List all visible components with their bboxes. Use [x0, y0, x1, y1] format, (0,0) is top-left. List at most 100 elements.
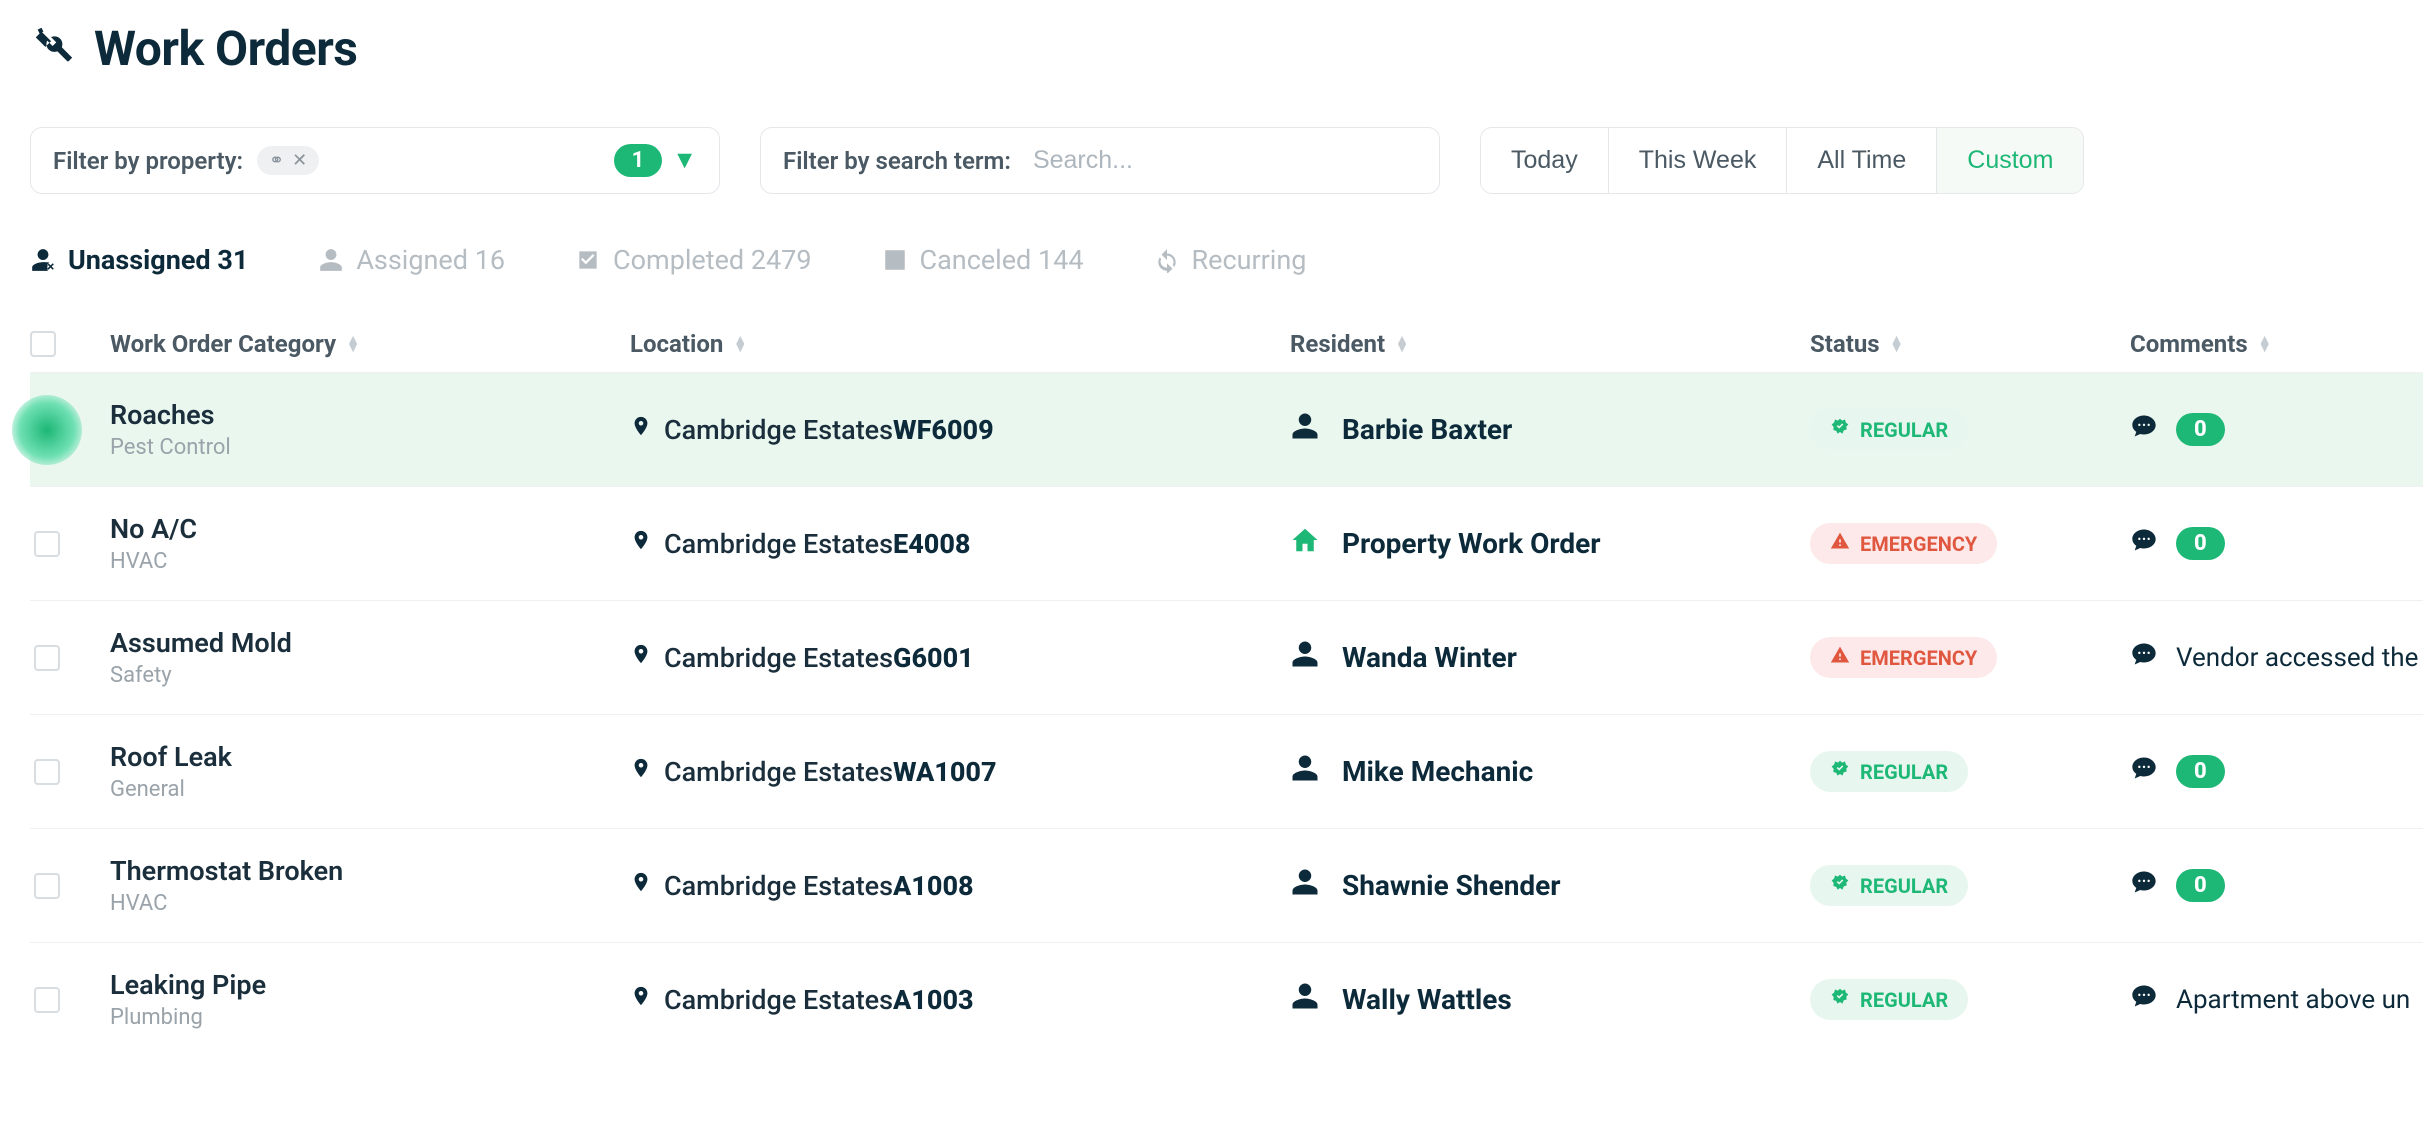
comment-count-pill: 0	[2176, 869, 2225, 902]
work-order-subtitle: HVAC	[110, 549, 630, 574]
row-checkbox[interactable]	[34, 531, 60, 557]
work-order-title: Leaking Pipe	[110, 969, 630, 1001]
warning-icon	[1830, 531, 1850, 556]
comment-count-pill: 0	[2176, 413, 2225, 446]
comment-bubble-icon[interactable]	[2130, 412, 2158, 447]
table-row[interactable]: Thermostat BrokenHVACCambridge EstatesA1…	[30, 828, 2423, 942]
tab-unassigned-label: Unassigned	[68, 244, 211, 276]
segment-this-week[interactable]: This Week	[1609, 128, 1788, 193]
table-row[interactable]: Assumed MoldSafetyCambridge EstatesG6001…	[30, 600, 2423, 714]
table-row[interactable]: Leaking PipePlumbingCambridge EstatesA10…	[30, 942, 2423, 1056]
status-badge: EMERGENCY	[1810, 637, 1997, 678]
segment-today[interactable]: Today	[1481, 128, 1609, 193]
table-row[interactable]: No A/CHVACCambridge EstatesE4008Property…	[30, 486, 2423, 600]
comment-count-pill: 0	[2176, 527, 2225, 560]
tab-completed-count: 2479	[751, 244, 812, 276]
work-order-category: Assumed MoldSafety	[110, 627, 630, 688]
comment-bubble-icon[interactable]	[2130, 868, 2158, 903]
tab-recurring-label: Recurring	[1192, 244, 1307, 276]
table-row[interactable]: RoachesPest ControlCambridge EstatesWF60…	[30, 372, 2423, 486]
location-unit: WF6009	[893, 414, 994, 446]
row-checkbox[interactable]	[34, 759, 60, 785]
location-name: Cambridge Estates	[664, 642, 893, 674]
location-name: Cambridge Estates	[664, 984, 893, 1016]
work-order-category: Leaking PipePlumbing	[110, 969, 630, 1030]
person-icon	[1290, 637, 1320, 678]
col-location[interactable]: Location▲▼	[630, 330, 1290, 358]
tab-assigned[interactable]: Assigned 16	[318, 244, 505, 276]
row-checkbox[interactable]	[34, 873, 60, 899]
resident-cell: Barbie Baxter	[1290, 409, 1810, 450]
resident-name: Wally Wattles	[1342, 983, 1512, 1016]
filter-search[interactable]: Filter by search term:	[760, 127, 1440, 194]
table-body: RoachesPest ControlCambridge EstatesWF60…	[30, 372, 2423, 1056]
tab-completed[interactable]: Completed 2479	[575, 244, 811, 276]
status-cell: EMERGENCY	[1810, 637, 2130, 678]
pin-icon	[630, 640, 652, 675]
status-tabs: Unassigned 31 Assigned 16 Completed 2479…	[30, 244, 2423, 276]
location-cell: Cambridge EstatesWF6009	[630, 412, 1290, 447]
person-icon	[1290, 751, 1320, 792]
sort-icon: ▲▼	[1395, 336, 1409, 352]
page-header: Work Orders	[30, 20, 2423, 77]
resident-name: Property Work Order	[1342, 527, 1601, 560]
verified-icon	[1830, 873, 1850, 898]
location-unit: E4008	[893, 528, 970, 560]
pin-icon	[630, 868, 652, 903]
resident-cell: Shawnie Shender	[1290, 865, 1810, 906]
tab-assigned-label: Assigned	[356, 244, 468, 276]
filter-search-label: Filter by search term:	[783, 147, 1011, 175]
location-cell: Cambridge EstatesA1008	[630, 868, 1290, 903]
col-status[interactable]: Status▲▼	[1810, 330, 2130, 358]
work-order-title: Roof Leak	[110, 741, 630, 773]
sort-icon: ▲▼	[346, 336, 360, 352]
work-order-title: Assumed Mold	[110, 627, 630, 659]
comment-count-pill: 0	[2176, 755, 2225, 788]
page-title: Work Orders	[94, 20, 357, 77]
row-checkbox[interactable]	[34, 645, 60, 671]
location-unit: WA1007	[893, 756, 997, 788]
location-name: Cambridge Estates	[664, 756, 893, 788]
comment-bubble-icon[interactable]	[2130, 754, 2158, 789]
comment-bubble-icon[interactable]	[2130, 640, 2158, 675]
col-resident[interactable]: Resident▲▼	[1290, 330, 1810, 358]
select-all-checkbox[interactable]	[30, 331, 56, 357]
chevron-down-icon[interactable]: ▼	[672, 146, 697, 175]
status-label: REGULAR	[1860, 874, 1948, 898]
status-label: REGULAR	[1860, 988, 1948, 1012]
comments-cell: Vendor accessed the	[2130, 640, 2423, 675]
status-cell: EMERGENCY	[1810, 523, 2130, 564]
segment-custom[interactable]: Custom	[1937, 128, 2083, 193]
resident-name: Shawnie Shender	[1342, 869, 1561, 902]
work-order-category: Thermostat BrokenHVAC	[110, 855, 630, 916]
col-category[interactable]: Work Order Category▲▼	[110, 330, 630, 358]
work-order-category: No A/CHVAC	[110, 513, 630, 574]
status-badge: REGULAR	[1810, 751, 1968, 792]
comments-cell: 0	[2130, 412, 2423, 447]
resident-name: Mike Mechanic	[1342, 755, 1533, 788]
work-order-title: Thermostat Broken	[110, 855, 630, 887]
tab-canceled-label: Canceled	[920, 244, 1032, 276]
tab-unassigned[interactable]: Unassigned 31	[30, 244, 248, 276]
search-input[interactable]	[1033, 146, 1417, 175]
property-chip[interactable]: ⚭ ✕	[257, 146, 319, 175]
comment-text: Apartment above un	[2176, 985, 2410, 1015]
work-order-subtitle: Pest Control	[110, 435, 630, 460]
col-comments[interactable]: Comments▲▼	[2130, 330, 2423, 358]
segment-all-time[interactable]: All Time	[1787, 128, 1937, 193]
status-badge: REGULAR	[1810, 979, 1968, 1020]
resident-name: Barbie Baxter	[1342, 413, 1512, 446]
location-unit: A1008	[893, 870, 974, 902]
filter-property[interactable]: Filter by property: ⚭ ✕ 1 ▼	[30, 127, 720, 194]
tab-canceled[interactable]: Canceled 144	[882, 244, 1084, 276]
table-row[interactable]: Roof LeakGeneralCambridge EstatesWA1007M…	[30, 714, 2423, 828]
comment-bubble-icon[interactable]	[2130, 982, 2158, 1017]
location-cell: Cambridge EstatesA1003	[630, 982, 1290, 1017]
chip-remove-icon[interactable]: ✕	[292, 150, 307, 171]
comment-bubble-icon[interactable]	[2130, 526, 2158, 561]
status-badge: REGULAR	[1810, 865, 1968, 906]
comments-cell: Apartment above un	[2130, 982, 2423, 1017]
tab-recurring[interactable]: Recurring	[1154, 244, 1307, 276]
row-checkbox[interactable]	[34, 987, 60, 1013]
work-order-category: RoachesPest Control	[110, 399, 630, 460]
